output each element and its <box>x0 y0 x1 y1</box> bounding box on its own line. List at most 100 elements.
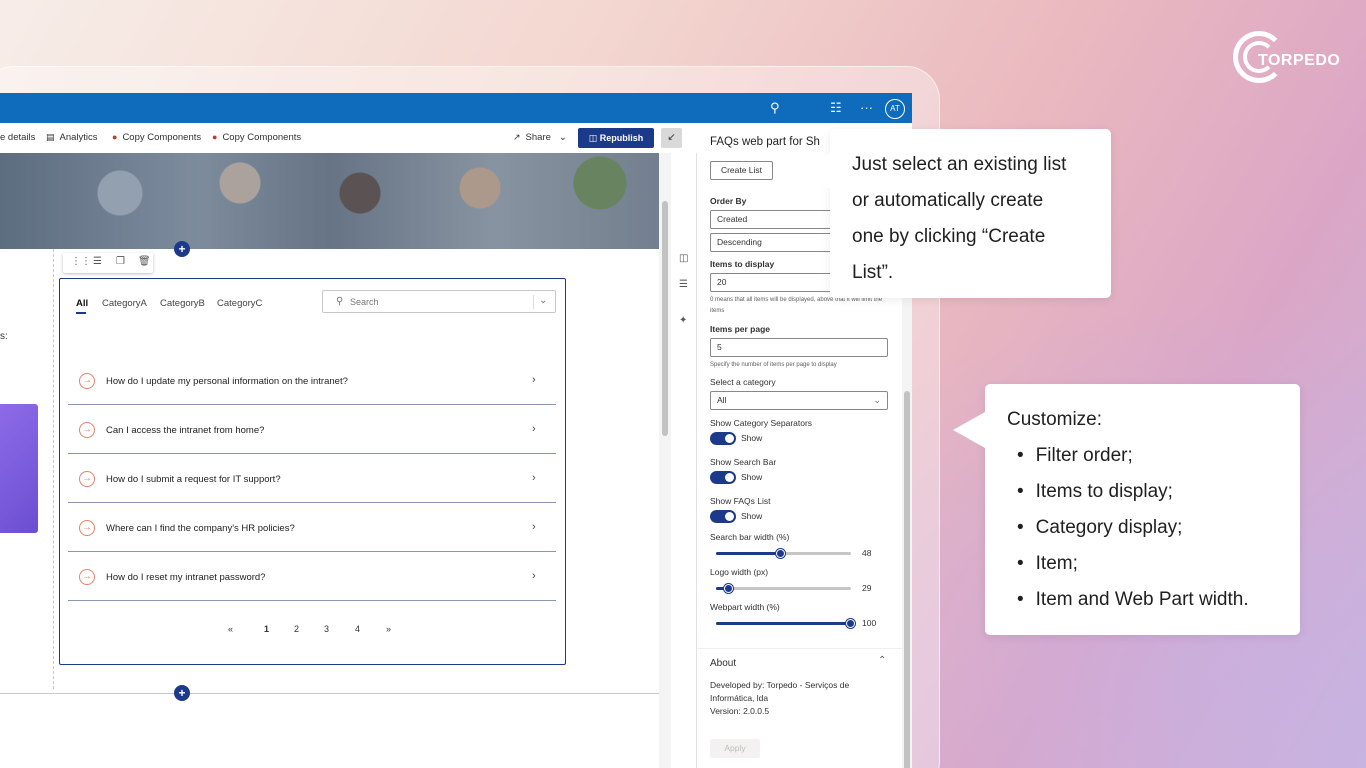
tab-category-b[interactable]: CategoryB <box>160 298 205 309</box>
first-page-icon[interactable]: « <box>228 624 233 634</box>
hero-overlay <box>0 153 659 249</box>
list-item: Item; <box>1017 546 1278 582</box>
add-section-icon[interactable]: + <box>174 241 190 257</box>
search-placeholder: Search <box>350 297 379 307</box>
faq-item[interactable]: → How do I reset my intranet password? › <box>68 552 556 601</box>
share-button[interactable]: ↗ Share ⌄ <box>513 132 567 143</box>
chevron-right-icon: › <box>532 521 536 533</box>
list-item: Category display; <box>1017 510 1278 546</box>
copy-components-button-2[interactable]: ● Copy Components <box>212 132 301 143</box>
people-icon[interactable]: ☷ <box>830 100 842 116</box>
duplicate-icon[interactable]: ❐ <box>116 256 125 267</box>
webpart-width-label: Webpart width (%) <box>710 602 780 612</box>
collapse-icon[interactable]: ↙ <box>661 128 682 148</box>
chevron-down-icon: ⌄ <box>558 132 567 143</box>
category-dropdown[interactable]: All ⌄ <box>710 391 888 410</box>
show-separators-label: Show Category Separators <box>710 418 813 428</box>
items-per-page-label: Items per page <box>710 324 770 334</box>
faq-question: Can I access the intranet from home? <box>106 425 265 436</box>
callout-tail <box>800 153 830 189</box>
items-per-page-hint: Specify the number of items per page to … <box>710 362 837 368</box>
drag-handle-icon[interactable]: ⋮⋮ <box>71 256 91 267</box>
page-link[interactable]: 1 <box>264 624 269 634</box>
more-icon[interactable]: ··· <box>860 100 873 115</box>
create-list-button[interactable]: Create List <box>710 161 773 180</box>
callout-customize: Customize: Filter order; Items to displa… <box>953 384 1300 635</box>
sparkle-icon[interactable]: ✦ <box>679 315 687 326</box>
pane-title: FAQs web part for Sh <box>710 136 820 148</box>
chevron-right-icon: › <box>532 472 536 484</box>
chevron-down-icon[interactable]: ⌄ <box>539 295 547 306</box>
cut-off-text: s: <box>0 331 8 342</box>
analytics-label: Analytics <box>59 132 98 143</box>
tab-category-a[interactable]: CategoryA <box>102 298 147 309</box>
slider-fill <box>716 622 851 625</box>
search-toggle[interactable] <box>710 471 736 484</box>
add-section-icon[interactable]: + <box>174 685 190 701</box>
republish-button[interactable]: ◫ Republish <box>578 128 654 148</box>
last-page-icon[interactable]: » <box>386 624 391 634</box>
sliders-icon[interactable]: ☰ <box>679 279 688 290</box>
items-display-label: Items to display <box>710 259 775 269</box>
arrow-circle-icon: → <box>79 569 95 585</box>
toggle-text: Show <box>741 433 763 443</box>
about-heading[interactable]: About <box>710 658 736 669</box>
slider-knob[interactable] <box>775 549 785 558</box>
page-details-button[interactable]: e details <box>0 132 35 143</box>
separators-toggle[interactable] <box>710 432 736 445</box>
book-icon: ◫ <box>588 133 600 143</box>
search-width-slider[interactable] <box>716 549 851 558</box>
callout-line: or automatically create <box>852 190 1044 211</box>
analytics-button[interactable]: ▤ Analytics <box>46 132 98 143</box>
faq-item[interactable]: → Where can I find the company's HR poli… <box>68 503 556 552</box>
tab-all[interactable]: All <box>76 298 88 314</box>
scroll-thumb[interactable] <box>904 391 910 768</box>
order-by-label: Order By <box>710 196 747 206</box>
canvas-scrollbar[interactable] <box>659 153 671 768</box>
faq-webpart: All CategoryA CategoryB CategoryC ⚲ Sear… <box>59 278 566 665</box>
page-canvas: + + s: ⋮⋮ ☰ ❐ 🗑 All CategoryA CategoryB … <box>0 153 659 768</box>
page-link[interactable]: 2 <box>294 624 299 634</box>
faq-item[interactable]: → Can I access the intranet from home? › <box>68 405 556 454</box>
faq-item[interactable]: → How do I submit a request for IT suppo… <box>68 454 556 503</box>
pane-divider <box>698 648 902 649</box>
page-link[interactable]: 4 <box>355 624 360 634</box>
delete-icon[interactable]: 🗑 <box>138 256 151 267</box>
tab-category-c[interactable]: CategoryC <box>217 298 262 309</box>
slider-knob[interactable] <box>846 619 855 628</box>
analytics-icon: ▤ <box>46 132 55 142</box>
faq-question: How do I update my personal information … <box>106 376 348 387</box>
avatar[interactable]: AT <box>885 99 905 119</box>
copy-components-button-1[interactable]: ● Copy Components <box>112 132 201 143</box>
items-per-page-value: 5 <box>717 342 722 352</box>
tool-rail: ◫ ☰ ✦ <box>671 153 697 768</box>
items-display-value: 20 <box>717 277 727 287</box>
callout-heading: Customize: <box>1007 409 1103 430</box>
callout-line: one by clicking “Create <box>852 226 1046 247</box>
faq-item[interactable]: → How do I update my personal informatio… <box>68 356 556 405</box>
slider-knob[interactable] <box>724 584 734 593</box>
section-divider <box>53 249 54 689</box>
torpedo-logo: TORPEDO <box>1233 31 1343 86</box>
arrow-circle-icon: → <box>79 520 95 536</box>
search-input[interactable]: ⚲ Search ⌄ <box>322 290 556 313</box>
page-link[interactable]: 3 <box>324 624 329 634</box>
logo-width-slider[interactable] <box>716 584 851 593</box>
apply-button[interactable]: Apply <box>710 739 760 758</box>
search-icon[interactable]: ⚲ <box>770 100 780 116</box>
order-by-value: Created <box>717 214 748 224</box>
developed-by-text: Developed by: Torpedo - Serviços de Info… <box>710 680 850 703</box>
show-faqs-label: Show FAQs List <box>710 496 771 506</box>
webpart-width-slider[interactable] <box>716 619 855 628</box>
items-per-page-input[interactable]: 5 <box>710 338 888 357</box>
faqs-toggle[interactable] <box>710 510 736 523</box>
top-suite-bar: ⚲ ☷ ··· AT <box>0 93 912 123</box>
chevron-right-icon: › <box>532 570 536 582</box>
settings-sliders-icon[interactable]: ☰ <box>93 256 102 267</box>
briefcase-icon[interactable]: ◫ <box>679 253 688 264</box>
callout-line: List”. <box>852 262 894 283</box>
chevron-up-icon[interactable]: ⌃ <box>878 655 886 666</box>
sharepoint-window: ⚲ ☷ ··· AT e details ▤ Analytics ● Copy Co… <box>0 93 912 768</box>
scroll-thumb[interactable] <box>662 201 668 436</box>
arrow-circle-icon: → <box>79 471 95 487</box>
